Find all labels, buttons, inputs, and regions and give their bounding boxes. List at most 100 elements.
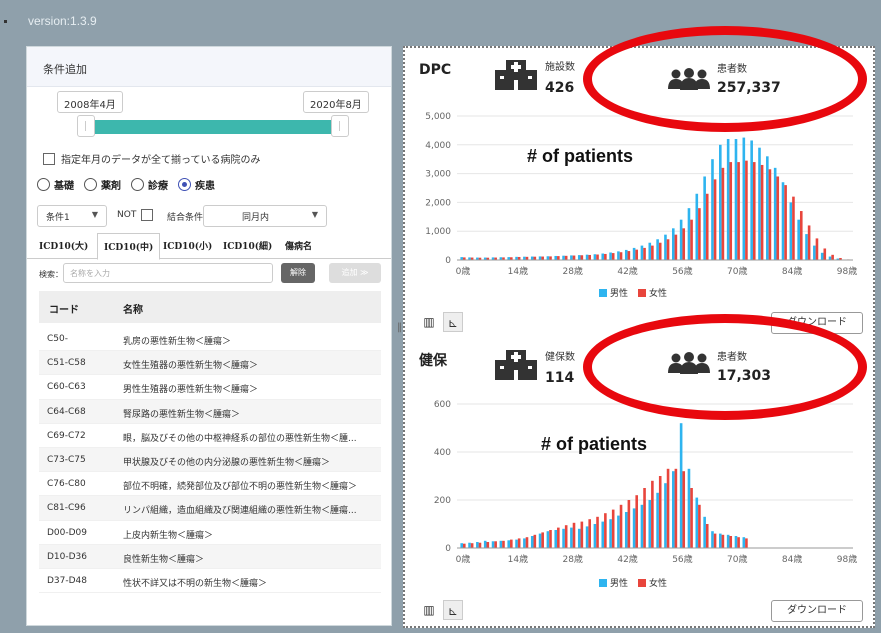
table-row[interactable]: D00-D09 上皮内新生物＜腫瘍＞ bbox=[39, 520, 381, 545]
radio-button[interactable] bbox=[37, 178, 50, 191]
radio-label: 薬剤 bbox=[101, 181, 121, 192]
x-tick-label: 84歳 bbox=[782, 553, 802, 565]
bar-female bbox=[564, 525, 568, 548]
bar-male bbox=[726, 534, 730, 548]
slider-start-handle[interactable] bbox=[77, 115, 95, 137]
bar-male bbox=[609, 519, 612, 548]
table-icon[interactable]: ▥ bbox=[419, 312, 439, 332]
clear-button[interactable]: 解除 bbox=[281, 263, 315, 283]
bar-female bbox=[494, 541, 497, 548]
bar-female bbox=[619, 504, 623, 548]
bar-female bbox=[627, 500, 631, 548]
bar-male bbox=[671, 471, 675, 548]
radio-label: 疾患 bbox=[195, 181, 215, 192]
radio-drug[interactable]: 薬剤 bbox=[84, 177, 121, 192]
radio-button-selected[interactable] bbox=[178, 178, 191, 191]
bar-male bbox=[530, 536, 534, 548]
complete-data-checkbox[interactable] bbox=[43, 152, 55, 165]
date-range-slider[interactable] bbox=[87, 120, 339, 134]
line-chart-icon[interactable]: ⊾ bbox=[443, 600, 463, 620]
bar-female bbox=[752, 162, 756, 260]
bar-male bbox=[476, 542, 479, 548]
table-row[interactable]: C81-C96 リンパ組織，造血組織及び関連組織の悪性新生物＜腫瘍... bbox=[39, 496, 381, 521]
bar-female bbox=[713, 533, 717, 548]
bar-male bbox=[483, 540, 487, 548]
bar-male bbox=[577, 255, 581, 260]
bar-male bbox=[781, 182, 785, 260]
line-chart-icon[interactable]: ⊾ bbox=[443, 312, 463, 332]
table-row[interactable]: C64-C68 腎尿路の悪性新生物＜腫瘍＞ bbox=[39, 399, 381, 424]
bar-female bbox=[682, 228, 686, 260]
bar-male bbox=[687, 468, 691, 548]
kenpo-download-button[interactable]: ダウンロード bbox=[771, 600, 863, 622]
chevron-down-icon: ▼ bbox=[311, 210, 318, 219]
radio-label: 基礎 bbox=[54, 181, 74, 192]
tab-icd10-middle[interactable]: ICD10(中) bbox=[97, 233, 161, 260]
bar-male bbox=[789, 202, 793, 260]
end-date-field[interactable]: 2020年8月 bbox=[303, 91, 369, 113]
kenpo-facility-count: 114 bbox=[545, 370, 575, 386]
start-date-field[interactable]: 2008年4月 bbox=[57, 91, 123, 113]
y-tick-label: 200 bbox=[434, 496, 451, 506]
table-icon[interactable]: ▥ bbox=[419, 600, 439, 620]
tab-icd10-minor[interactable]: ICD10(小) bbox=[163, 239, 212, 252]
radio-basic[interactable]: 基礎 bbox=[37, 177, 74, 192]
bar-male bbox=[601, 253, 605, 260]
table-row[interactable]: C50- 乳房の悪性新生物＜腫瘍＞ bbox=[39, 327, 381, 352]
join-condition-select[interactable]: 同月内 ▼ bbox=[203, 205, 327, 227]
hospital-icon bbox=[495, 60, 537, 90]
search-input[interactable]: 名称を入力 bbox=[63, 263, 273, 283]
row-code: C51-C58 bbox=[47, 358, 86, 369]
table-header: コード 名称 bbox=[39, 291, 381, 323]
row-code: D10-D36 bbox=[47, 551, 88, 562]
condition-select[interactable]: 条件1 ▼ bbox=[37, 205, 107, 227]
tab-icd10-major[interactable]: ICD10(大) bbox=[39, 239, 88, 252]
add-button[interactable]: 追加 ≫ bbox=[329, 263, 381, 283]
not-checkbox[interactable] bbox=[141, 209, 153, 221]
bar-male bbox=[523, 538, 526, 548]
slider-end-handle[interactable] bbox=[331, 115, 349, 137]
bar-male bbox=[593, 524, 597, 548]
bar-male bbox=[570, 255, 573, 260]
x-tick-label: 28歳 bbox=[562, 553, 582, 565]
bar-female bbox=[517, 538, 521, 548]
x-tick-label: 98歳 bbox=[837, 553, 857, 565]
bar-female bbox=[666, 239, 670, 260]
table-row[interactable]: C60-C63 男性生殖器の悪性新生物＜腫瘍＞ bbox=[39, 375, 381, 400]
table-row[interactable]: D10-D36 良性新生物＜腫瘍＞ bbox=[39, 544, 381, 569]
y-tick-label: 400 bbox=[434, 448, 451, 458]
bar-female bbox=[698, 208, 701, 260]
bar-male bbox=[734, 139, 738, 260]
condition-panel-header: 条件追加 bbox=[27, 47, 391, 87]
radio-button[interactable] bbox=[84, 178, 97, 191]
radio-button[interactable] bbox=[131, 178, 144, 191]
complete-data-option[interactable]: 指定年月のデータが全て揃っている病院のみ bbox=[43, 151, 261, 166]
tab-disease-name[interactable]: 傷病名 bbox=[285, 239, 312, 252]
bar-female bbox=[737, 537, 740, 548]
legend-label-male: 男性 bbox=[610, 579, 629, 589]
bar-male bbox=[538, 256, 542, 260]
radio-treatment[interactable]: 診療 bbox=[131, 177, 168, 192]
radio-disease[interactable]: 疾患 bbox=[178, 177, 215, 192]
legend-item-female: 女性 bbox=[638, 286, 667, 299]
bar-male bbox=[593, 254, 597, 260]
bar-male bbox=[734, 536, 738, 548]
table-row[interactable]: C73-C75 甲状腺及びその他の内分泌腺の悪性新生物＜腫瘍＞ bbox=[39, 447, 381, 473]
y-tick-label: 1,000 bbox=[425, 227, 451, 237]
y-tick-label: 600 bbox=[434, 400, 451, 410]
bar-female bbox=[705, 524, 709, 548]
y-tick-label: 2,000 bbox=[425, 198, 451, 208]
join-condition-label: 結合条件 bbox=[167, 213, 204, 223]
bar-female bbox=[768, 169, 772, 260]
bar-female bbox=[635, 495, 639, 548]
row-code: C81-C96 bbox=[47, 503, 86, 514]
panel-splitter[interactable]: ‖ bbox=[397, 322, 402, 333]
table-row[interactable]: C69-C72 眼，脳及びその他の中枢神経系の部位の悪性新生物＜腫... bbox=[39, 423, 381, 448]
tab-icd10-detail[interactable]: ICD10(細) bbox=[223, 239, 272, 252]
bar-female bbox=[776, 176, 780, 260]
bar-female bbox=[627, 251, 631, 260]
bar-male bbox=[813, 245, 816, 260]
table-row[interactable]: C76-C80 部位不明確，続発部位及び部位不明の悪性新生物＜腫瘍＞ bbox=[39, 472, 381, 497]
table-row[interactable]: C51-C58 女性生殖器の悪性新生物＜腫瘍＞ bbox=[39, 351, 381, 376]
table-row[interactable]: D37-D48 性状不詳又は不明の新生物＜腫瘍＞ bbox=[39, 568, 381, 594]
